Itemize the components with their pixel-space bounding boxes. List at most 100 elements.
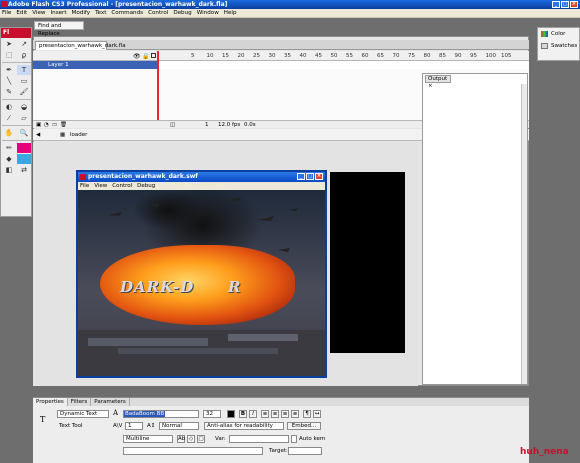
add-guide-icon[interactable]: ◔ [44,121,49,129]
menu-commands[interactable]: Commands [111,10,143,16]
fill-color-swatch[interactable] [17,154,31,164]
maximize-button[interactable]: □ [561,1,569,8]
eye-icon[interactable]: 👁 [133,53,141,60]
swf-preview-window: presentacion_warhawk_dark.swf _ □ × File… [76,170,327,378]
subselection-tool-icon[interactable]: ↗ [17,39,31,49]
justify-icon[interactable]: ≡ [291,410,299,418]
find-replace-tab[interactable]: Find and Replace [34,21,84,37]
swf-menu-file[interactable]: File [80,182,89,190]
insert-layer-icon[interactable]: ▣ [36,121,41,129]
stroke-color-swatch[interactable] [17,143,31,153]
eraser-icon[interactable]: ▱ [17,113,31,123]
back-arrow-icon[interactable]: ◀ [36,129,40,141]
pen-tool-icon[interactable]: ✒ [2,65,16,75]
playhead[interactable] [157,51,159,128]
document-tabs: presentacion_warhawk_dark.fla [33,40,529,50]
menu-control[interactable]: Control [148,10,168,16]
pencil-tool-icon[interactable]: ✎ [2,87,16,97]
swf-menu-debug[interactable]: Debug [137,182,155,190]
scene-name[interactable]: loader [70,129,87,141]
font-select[interactable]: BadaBoom BB [123,410,199,418]
swf-titlebar: presentacion_warhawk_dark.swf _ □ × [78,172,325,182]
menu-modify[interactable]: Modify [72,10,91,16]
minimize-button[interactable]: _ [552,1,560,8]
output-scrollbar[interactable] [521,84,527,384]
elapsed-time: 0.0s [244,122,256,128]
menu-debug[interactable]: Debug [173,10,191,16]
menu-text[interactable]: Text [95,10,106,16]
output-tab[interactable]: Output × [425,75,451,89]
paragraph-icon[interactable]: ¶ [303,410,311,418]
menu-help[interactable]: Help [224,10,237,16]
target-select[interactable] [288,447,322,455]
swf-minimize-button[interactable]: _ [297,173,305,180]
tab-properties[interactable]: Properties [33,398,68,406]
text-color-swatch[interactable] [227,410,235,418]
onion-skin-icon[interactable]: ◫ [170,121,175,129]
close-button[interactable]: × [570,1,578,8]
embed-button[interactable]: Embed... [287,422,321,430]
eyedropper-icon[interactable]: ⁄ [2,113,16,123]
brush-tool-icon[interactable]: 🖌 [17,87,31,97]
character-position-select[interactable]: Normal [159,422,199,430]
outline-icon[interactable] [151,53,156,58]
bold-button[interactable]: B [239,410,247,418]
menu-edit[interactable]: Edit [16,10,27,16]
document-tab[interactable]: presentacion_warhawk_dark.fla [35,41,126,50]
align-center-icon[interactable]: ≡ [271,410,279,418]
stroke-color-icon[interactable]: ✏ [2,143,16,153]
stage-canvas[interactable] [330,172,405,353]
insert-folder-icon[interactable]: ▭ [52,121,57,129]
var-field[interactable] [229,435,289,443]
letter-spacing-field[interactable]: 1 [125,422,143,430]
rectangle-tool-icon[interactable]: ▭ [17,76,31,86]
italic-button[interactable]: I [249,410,257,418]
frame-number: 15 [222,53,229,59]
timeline-header: 👁 🔒 5 10 15 20 25 30 35 40 45 50 55 60 6… [33,51,529,61]
html-render-icon[interactable]: ◇ [187,435,195,443]
swf-menu-control[interactable]: Control [112,182,132,190]
url-link-field[interactable] [123,447,263,455]
menu-view[interactable]: View [32,10,45,16]
swf-maximize-button[interactable]: □ [306,173,314,180]
font-size-field[interactable]: 32 [203,410,221,418]
tab-filters[interactable]: Filters [68,398,92,406]
line-tool-icon[interactable]: ╲ [2,76,16,86]
menu-insert[interactable]: Insert [51,10,67,16]
ink-bottle-icon[interactable]: ◐ [2,102,16,112]
hand-tool-icon[interactable]: ✋ [2,128,16,138]
selectable-icon[interactable]: Ab [177,435,185,443]
delete-layer-icon[interactable]: 🗑 [60,121,67,129]
menu-file[interactable]: File [2,10,11,16]
text-direction-icon[interactable]: ↔ [313,410,321,418]
fill-color-icon[interactable]: ◆ [2,154,16,164]
swatches-panel-button[interactable]: Swatches [538,40,579,52]
flash-logo: Fl [1,28,31,38]
free-transform-tool-icon[interactable]: ⬚ [2,50,16,60]
paint-bucket-icon[interactable]: ◒ [17,102,31,112]
font-icon: A [113,409,119,417]
swf-close-button[interactable]: × [315,173,323,180]
text-tool-icon[interactable]: T [17,65,31,75]
anti-alias-select[interactable]: Anti-alias for readability [204,422,284,430]
text-type-select[interactable]: Dynamic Text [57,410,109,418]
black-white-icon[interactable]: ◧ [2,165,16,175]
selection-tool-icon[interactable]: ➤ [2,39,16,49]
line-type-select[interactable]: Multiline [123,435,173,443]
align-right-icon[interactable]: ≡ [281,410,289,418]
swf-menu-view[interactable]: View [94,182,107,190]
align-left-icon[interactable]: ≡ [261,410,269,418]
layer-1[interactable]: Layer 1 [33,61,159,69]
swap-colors-icon[interactable]: ⇄ [17,165,31,175]
timeline-layer-row[interactable]: Layer 1 [33,61,529,69]
color-panel-button[interactable]: Color [538,28,579,40]
swf-movie-content[interactable]: DARK-D R [78,190,325,376]
lock-icon[interactable]: 🔒 [142,53,149,60]
auto-kern-checkbox[interactable] [291,435,297,443]
frame-number: 85 [439,53,446,59]
tab-parameters[interactable]: Parameters [91,398,130,406]
border-icon[interactable]: ▢ [197,435,205,443]
lasso-tool-icon[interactable]: ϼ [17,50,31,60]
zoom-tool-icon[interactable]: 🔍 [17,128,31,138]
menu-window[interactable]: Window [197,10,219,16]
